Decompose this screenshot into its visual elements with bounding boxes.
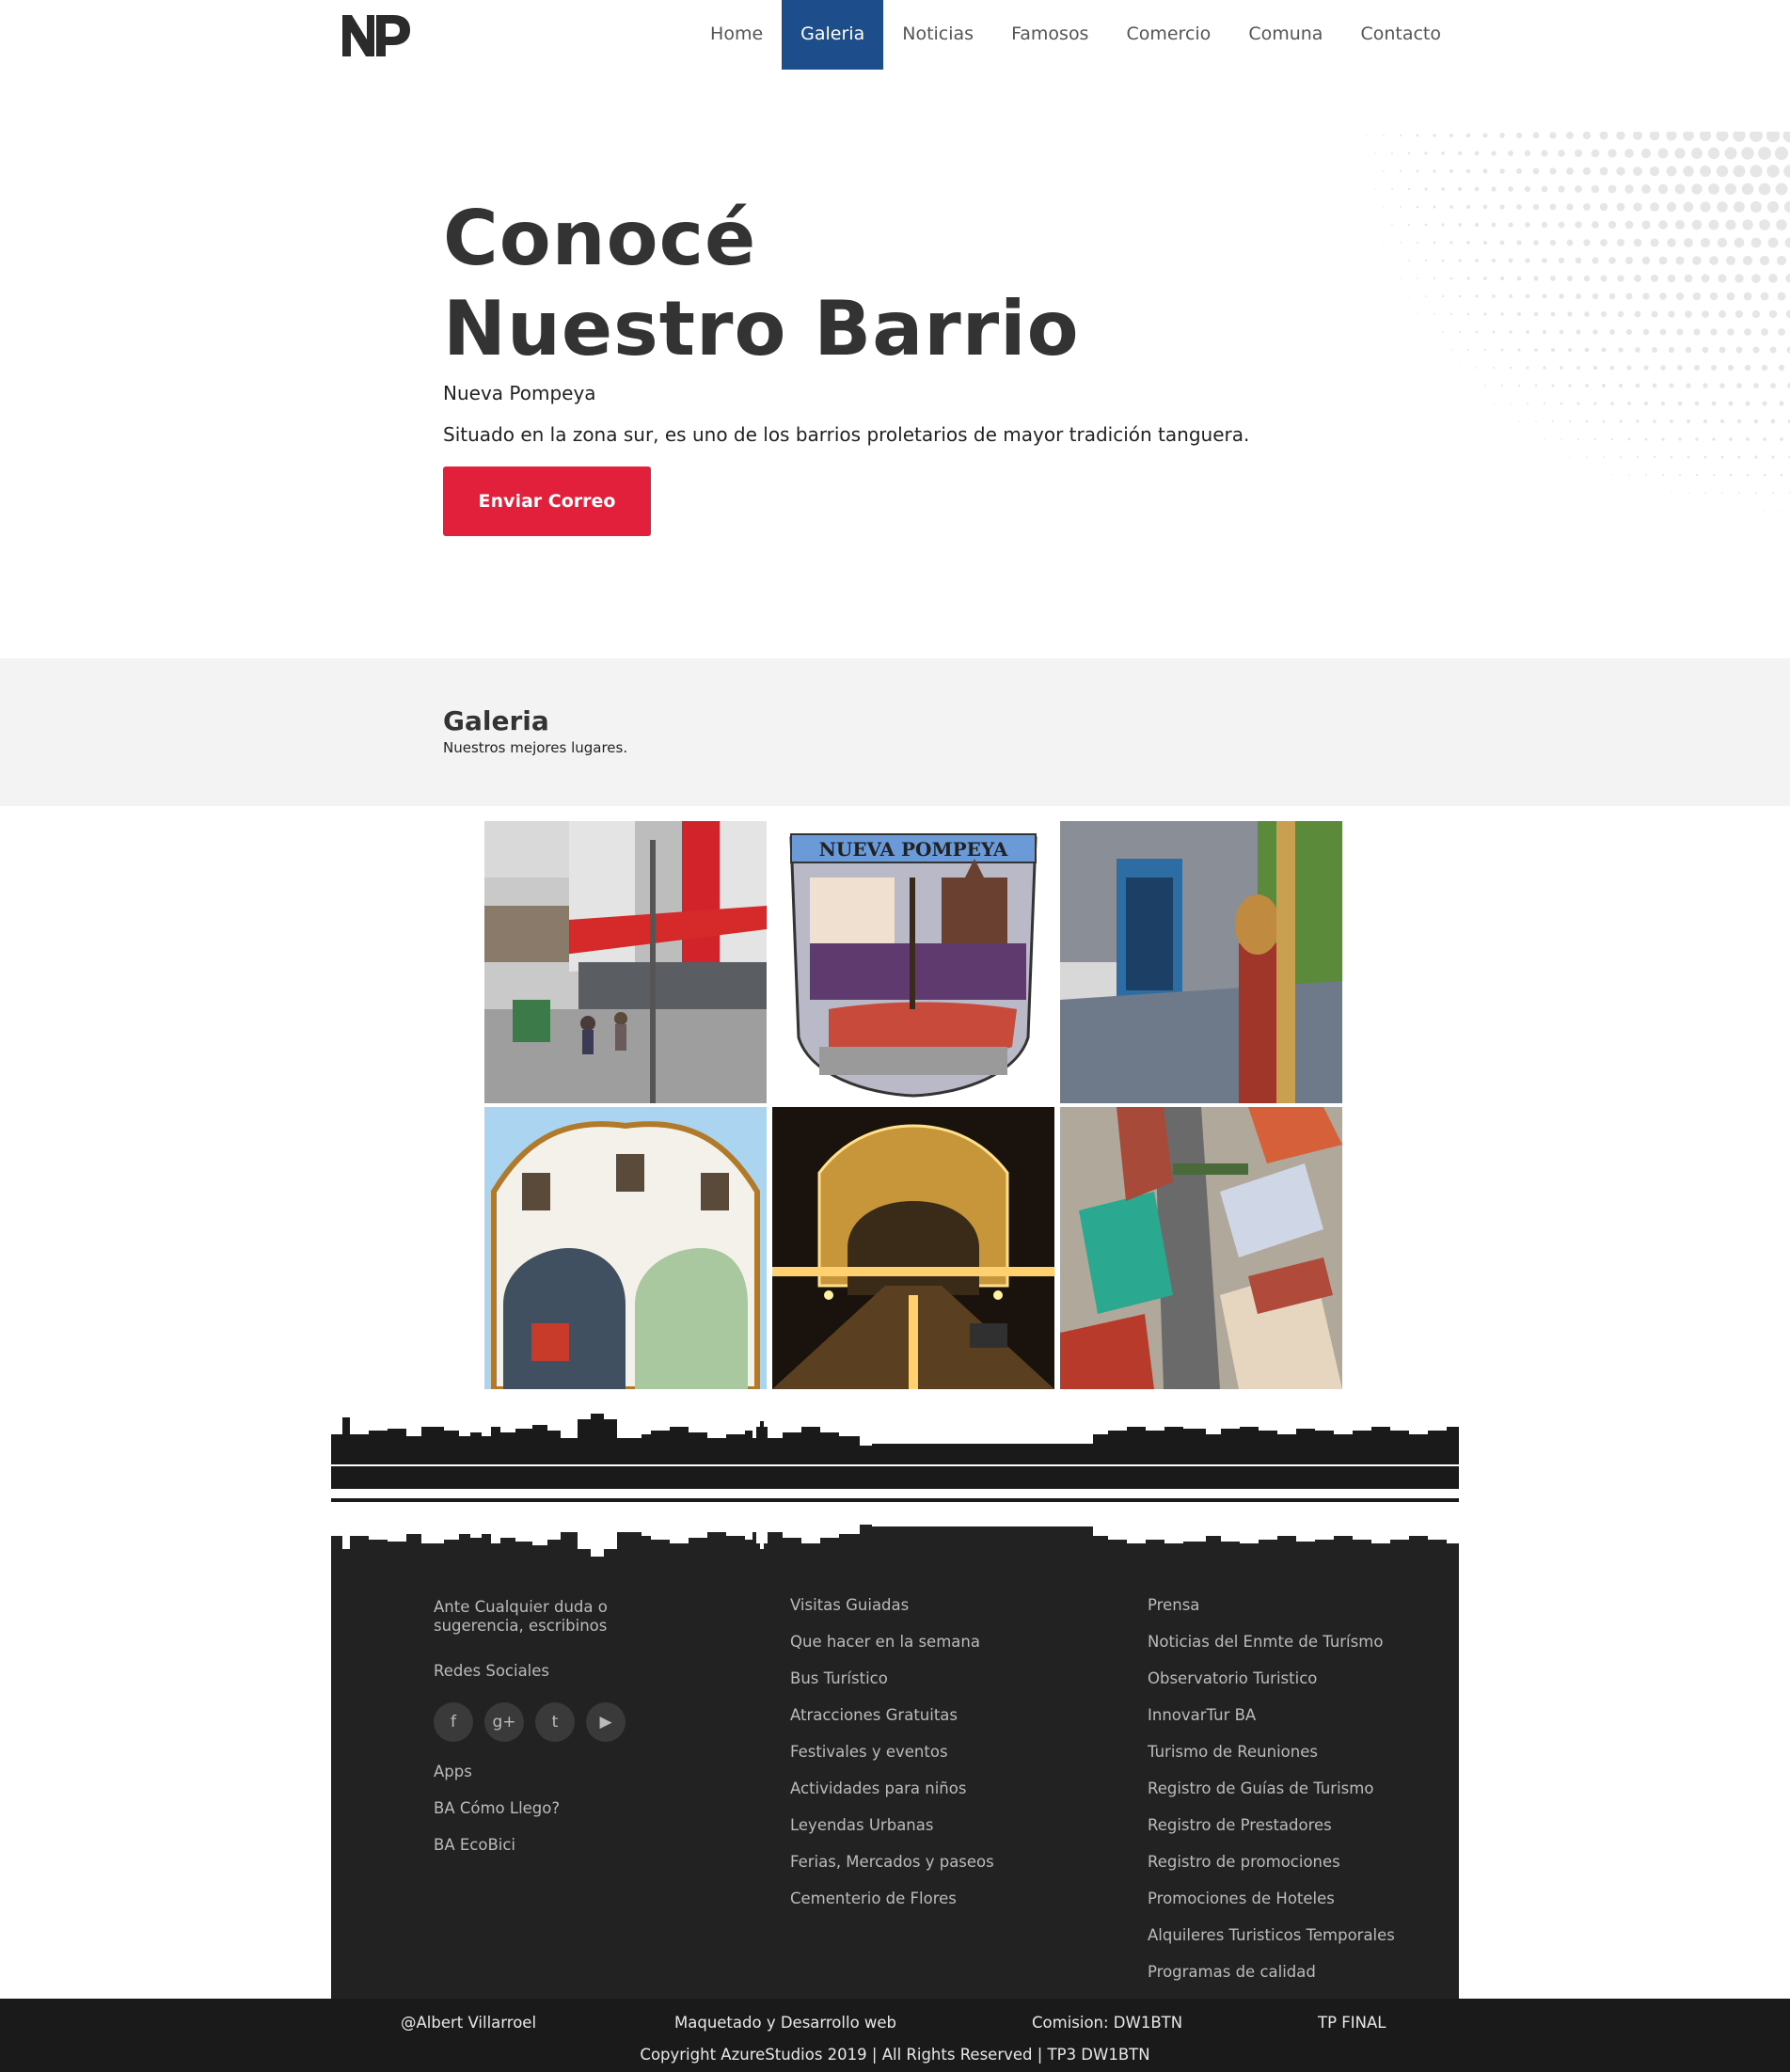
nav-galeria[interactable]: Galeria [782,0,884,70]
gallery-grid: NUEVA POMPEYA [484,821,1342,1389]
gallery-header: Galeria Nuestros mejores lugares. [0,658,1790,806]
bottom-bar: @Albert Villarroel Maquetado y Desarroll… [0,1999,1790,2072]
nav-contacto[interactable]: Contacto [1341,0,1460,70]
city-skyline-decoration [331,1408,1459,1558]
footer-link[interactable]: Festivales y eventos [790,1733,994,1770]
hero-title-line2: Nuestro Barrio [443,285,1080,372]
footer-link[interactable]: Cementerio de Flores [790,1880,994,1917]
footer-link[interactable]: Ferias, Mercados y paseos [790,1843,994,1880]
halftone-dots-decoration [1366,132,1790,512]
nav-comuna[interactable]: Comuna [1229,0,1341,70]
footer-link[interactable]: Registro de Prestadores [1148,1807,1395,1843]
footer-link[interactable]: Actividades para niños [790,1770,994,1807]
gallery-subtitle: Nuestros mejores lugares. [443,739,628,756]
footer-link[interactable]: Atracciones Gratuitas [790,1697,994,1733]
google-plus-icon[interactable]: g+ [484,1702,524,1742]
footer-link[interactable]: Noticias del Enmte de Turísmo [1148,1623,1395,1660]
gallery-title: Galeria [443,705,549,736]
youtube-icon[interactable]: ▶ [586,1702,626,1742]
footer-app-link[interactable]: BA Cómo Llego? [434,1790,678,1827]
gallery-image-mural[interactable] [1060,821,1342,1103]
nav-noticias[interactable]: Noticias [883,0,992,70]
footer-link[interactable]: Alquileres Turisticos Temporales [1148,1917,1395,1953]
footer-link[interactable]: Leyendas Urbanas [790,1807,994,1843]
footer-link[interactable]: Programas de calidad [1148,1953,1395,1990]
facebook-icon[interactable]: f [434,1702,473,1742]
footer-link[interactable]: InnovarTur BA [1148,1697,1395,1733]
twitter-icon[interactable]: t [535,1702,575,1742]
role-credit: Maquetado y Desarrollo web [674,2014,897,2032]
social-icons: f g+ t ▶ [434,1702,678,1742]
footer-link[interactable]: Registro de Guías de Turismo [1148,1770,1395,1807]
footer-col-press: Prensa Noticias del Enmte de Turísmo Obs… [1148,1587,1395,1990]
gallery-image-street[interactable] [484,821,767,1103]
nav-famosos[interactable]: Famosos [992,0,1107,70]
footer-col-tourism: Visitas Guiadas Que hacer en la semana B… [790,1587,994,1917]
footer-app-link[interactable]: BA EcoBici [434,1827,678,1863]
author-credit: @Albert Villarroel [401,2014,537,2032]
hero-subtitle: Nueva Pompeya [443,382,596,404]
hero-section: Conocé Nuestro Barrio Nueva Pompeya Situ… [0,132,1790,658]
footer-col-contact: Ante Cualquier duda o sugerencia, escrib… [434,1587,678,1863]
commission-credit: Comision: DW1BTN [1032,2014,1183,2032]
gallery-image-bridge-day[interactable] [484,1107,767,1389]
escudo-banner-text: NUEVA POMPEYA [819,838,1008,861]
nav-comercio[interactable]: Comercio [1107,0,1229,70]
footer-link[interactable]: Visitas Guiadas [790,1587,994,1623]
footer-apps-label: Apps [434,1763,472,1780]
footer-contact-text: Ante Cualquier duda o sugerencia, escrib… [434,1598,608,1635]
footer-link[interactable]: Promociones de Hoteles [1148,1880,1395,1917]
send-mail-button[interactable]: Enviar Correo [443,467,651,536]
main-menu: Home Galeria Noticias Famosos Comercio C… [691,0,1460,70]
hero-title-line1: Conocé [443,195,757,282]
gallery-image-bridge-night[interactable] [772,1107,1054,1389]
nav-home[interactable]: Home [691,0,782,70]
hero-description: Situado en la zona sur, es uno de los ba… [443,423,1250,446]
np-logo[interactable] [341,11,412,58]
footer-social-label: Redes Sociales [434,1662,550,1680]
footer-link[interactable]: Registro de promociones [1148,1843,1395,1880]
footer-link[interactable]: Bus Turístico [790,1660,994,1697]
footer-link[interactable]: Prensa [1148,1587,1395,1623]
footer-link[interactable]: Turismo de Reuniones [1148,1733,1395,1770]
project-credit: TP FINAL [1318,2014,1386,2032]
gallery-image-aerial[interactable] [1060,1107,1342,1389]
footer-link[interactable]: Que hacer en la semana [790,1623,994,1660]
footer-link[interactable]: Observatorio Turistico [1148,1660,1395,1697]
site-footer: Ante Cualquier duda o sugerencia, escrib… [331,1558,1459,1999]
hero-title: Conocé Nuestro Barrio [443,194,1080,374]
top-navbar: Home Galeria Noticias Famosos Comercio C… [0,0,1790,70]
gallery-image-escudo[interactable]: NUEVA POMPEYA [772,821,1054,1103]
copyright-text: Copyright AzureStudios 2019 | All Rights… [640,2046,1150,2064]
